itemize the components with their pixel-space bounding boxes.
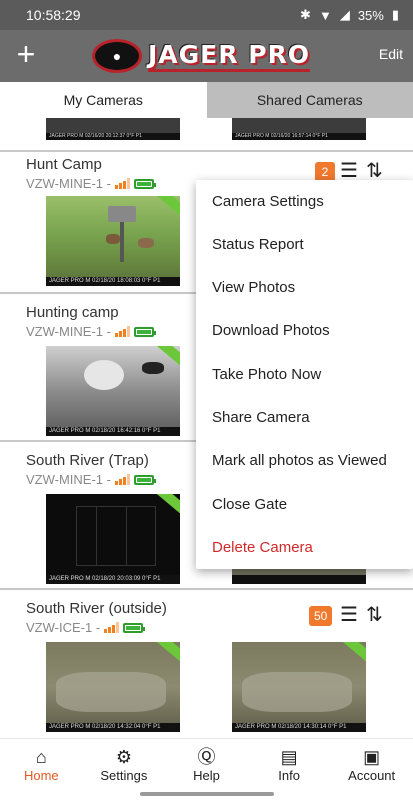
add-camera-button[interactable]: + [14, 36, 38, 72]
camera-id: VZW-ICE-1 - [26, 620, 101, 635]
app-header: + ● JAGER PRO Edit [0, 30, 413, 82]
menu-item-camera-settings[interactable]: Camera Settings [212, 193, 324, 210]
nav-label: Home [23, 768, 59, 783]
camera-id: VZW-MINE-1 - [26, 176, 111, 191]
camera-name: South River (outside) [26, 600, 167, 617]
camera-id: VZW-MINE-1 - [26, 472, 111, 487]
status-time: 10:58:29 [26, 7, 81, 23]
battery-icon: ▮ [391, 7, 399, 22]
menu-item-close-gate[interactable]: Close Gate [212, 496, 287, 513]
gesture-bar[interactable] [140, 792, 274, 796]
status-bar: 10:58:29 ✱ ▼ ◢ 35% ▮ [0, 0, 413, 30]
new-photo-flag [156, 196, 180, 218]
nav-info[interactable]: ▤ Info [248, 739, 331, 788]
photo-caption: JAGER PRO M 02/18/20 14:30:14 0°F P1 [232, 723, 366, 732]
bottom-navigation: ⌂ Home ⚙ Settings Ⓠ Help ▤ Info ▣ Accoun… [0, 738, 413, 788]
new-photos-badge: 50 [309, 606, 333, 626]
menu-item-take-photo-now[interactable]: Take Photo Now [212, 366, 321, 383]
signal-icon: ◢ [339, 7, 350, 22]
camera-photo[interactable]: JAGER PRO M 02/18/20 18:08:03 0°F P1 [46, 196, 180, 286]
battery-level-icon [133, 474, 156, 485]
camera-tabs: My Cameras Shared Cameras [0, 82, 413, 118]
signal-strength-icon [104, 622, 120, 633]
new-photo-flag [156, 494, 180, 516]
camera-card[interactable]: South River (outside) VZW-ICE-1 - 50 ☰ ⇅… [0, 588, 413, 738]
edit-button[interactable]: Edit [379, 46, 403, 62]
camera-status-row: VZW-MINE-1 - [26, 176, 156, 191]
new-photo-flag [156, 642, 180, 664]
account-icon: ▣ [363, 747, 381, 767]
camera-id: VZW-MINE-1 - [26, 324, 111, 339]
tab-shared-cameras[interactable]: Shared Cameras [206, 82, 413, 118]
camera-status-row: VZW-ICE-1 - [26, 620, 146, 635]
nav-label: Settings [100, 768, 148, 783]
nav-label: Info [278, 768, 300, 783]
camera-status-row: VZW-MINE-1 - [26, 324, 156, 339]
home-icon: ⌂ [35, 747, 47, 767]
camera-photo[interactable]: JAGER PRO M 02/18/20 14:30:14 0°F P1 [232, 642, 366, 732]
nav-home[interactable]: ⌂ Home [0, 739, 83, 788]
camera-status-row: VZW-MINE-1 - [26, 472, 156, 487]
menu-item-status-report[interactable]: Status Report [212, 236, 304, 253]
camera-name: Hunt Camp [26, 156, 102, 173]
photo-caption [232, 575, 366, 584]
gear-icon: ⚙ [115, 747, 132, 767]
help-icon: Ⓠ [197, 747, 216, 767]
boar-logo-icon: ● [92, 39, 142, 73]
menu-item-delete-camera[interactable]: Delete Camera [212, 539, 313, 556]
status-icons: ✱ ▼ ◢ 35% ▮ [300, 7, 399, 23]
new-photo-flag [342, 642, 366, 664]
battery-level-icon [133, 178, 156, 189]
nav-settings[interactable]: ⚙ Settings [83, 739, 166, 788]
info-icon: ▤ [280, 747, 298, 767]
photo-caption: JAGER PRO M 02/16/20 20:12:37 0°F P1 [46, 133, 180, 140]
new-photos-badge: 2 [315, 162, 335, 182]
photo-caption: JAGER PRO M 02/18/20 18:08:03 0°F P1 [46, 277, 180, 286]
sort-icon[interactable]: ⇅ [366, 161, 383, 181]
tab-my-cameras[interactable]: My Cameras [0, 82, 207, 118]
nav-help[interactable]: Ⓠ Help [165, 739, 248, 788]
sort-icon[interactable]: ⇅ [366, 605, 383, 625]
battery-percent: 35% [357, 7, 384, 23]
camera-name: Hunting camp [26, 304, 119, 321]
signal-strength-icon [114, 178, 130, 189]
camera-photo[interactable]: JAGER PRO M 02/18/20 14:32:04 0°F P1 [46, 642, 180, 732]
camera-name: South River (Trap) [26, 452, 149, 469]
bluetooth-icon: ✱ [300, 7, 311, 22]
photo-caption: JAGER PRO M 02/16/20 16:57:14 0°F P1 [232, 133, 366, 140]
nav-account[interactable]: ▣ Account [330, 739, 413, 788]
battery-level-icon [123, 622, 146, 633]
list-icon[interactable]: ☰ [340, 161, 358, 181]
menu-item-download-photos[interactable]: Download Photos [212, 322, 330, 339]
list-icon[interactable]: ☰ [340, 605, 358, 625]
camera-options-menu: Camera Settings Status Report View Photo… [196, 180, 413, 569]
camera-thumbnail[interactable]: JAGER PRO M 02/16/20 16:57:14 0°F P1 [232, 118, 366, 140]
photo-caption: JAGER PRO M 02/18/20 16:42:16 0°F P1 [46, 427, 180, 436]
camera-photo[interactable]: JAGER PRO M 02/18/20 20:03:09 0°F P1 [46, 494, 180, 584]
signal-strength-icon [114, 474, 130, 485]
camera-thumbnail[interactable]: JAGER PRO M 02/16/20 20:12:37 0°F P1 [46, 118, 180, 140]
camera-photo[interactable]: JAGER PRO M 02/18/20 16:42:16 0°F P1 [46, 346, 180, 436]
menu-item-share-camera[interactable]: Share Camera [212, 409, 310, 426]
menu-item-mark-all-viewed[interactable]: Mark all photos as Viewed [212, 452, 387, 469]
signal-strength-icon [114, 326, 130, 337]
jager-pro-logo: ● JAGER PRO [92, 38, 324, 74]
nav-label: Account [348, 768, 396, 783]
nav-label: Help [193, 768, 220, 783]
logo-wordmark: JAGER PRO [148, 40, 311, 72]
photo-caption: JAGER PRO M 02/18/20 20:03:09 0°F P1 [46, 575, 180, 584]
wifi-icon: ▼ [318, 7, 332, 23]
battery-level-icon [133, 326, 156, 337]
menu-item-view-photos[interactable]: View Photos [212, 279, 295, 296]
photo-caption: JAGER PRO M 02/18/20 14:32:04 0°F P1 [46, 723, 180, 732]
